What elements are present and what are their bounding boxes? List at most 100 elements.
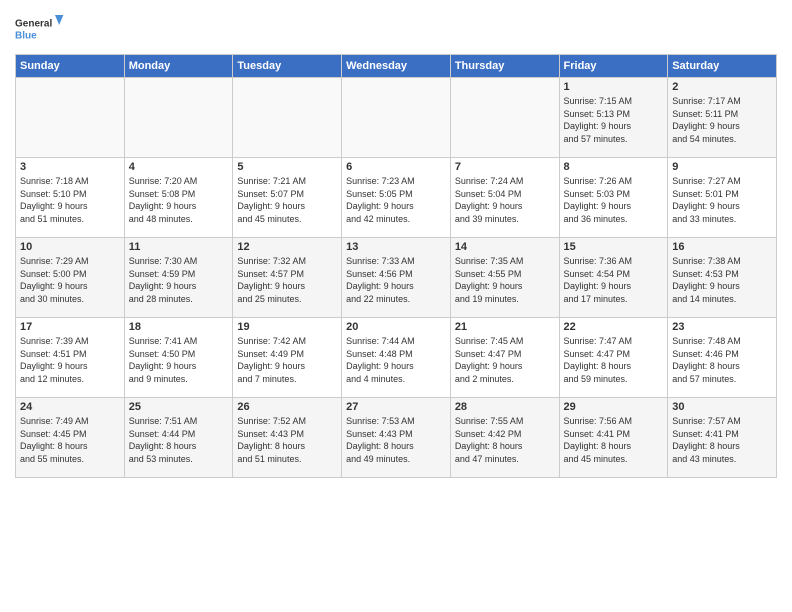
day-info: Sunrise: 7:45 AMSunset: 4:47 PMDaylight:… xyxy=(455,335,555,385)
day-info: Sunrise: 7:29 AMSunset: 5:00 PMDaylight:… xyxy=(20,255,120,305)
column-header-wednesday: Wednesday xyxy=(342,55,451,78)
day-info: Sunrise: 7:51 AMSunset: 4:44 PMDaylight:… xyxy=(129,415,229,465)
calendar-cell: 23 Sunrise: 7:48 AMSunset: 4:46 PMDayligh… xyxy=(668,318,777,398)
calendar-cell: 27 Sunrise: 7:53 AMSunset: 4:43 PMDayligh… xyxy=(342,398,451,478)
logo-svg: General Blue xyxy=(15,10,65,50)
calendar-cell: 5 Sunrise: 7:21 AMSunset: 5:07 PMDaylight… xyxy=(233,158,342,238)
calendar-cell: 11 Sunrise: 7:30 AMSunset: 4:59 PMDayligh… xyxy=(124,238,233,318)
calendar-header-row: SundayMondayTuesdayWednesdayThursdayFrid… xyxy=(16,55,777,78)
day-number: 10 xyxy=(20,241,120,253)
day-info: Sunrise: 7:44 AMSunset: 4:48 PMDaylight:… xyxy=(346,335,446,385)
calendar-cell: 28 Sunrise: 7:55 AMSunset: 4:42 PMDayligh… xyxy=(450,398,559,478)
day-number: 26 xyxy=(237,401,337,413)
calendar-cell: 15 Sunrise: 7:36 AMSunset: 4:54 PMDayligh… xyxy=(559,238,668,318)
day-number: 24 xyxy=(20,401,120,413)
day-info: Sunrise: 7:23 AMSunset: 5:05 PMDaylight:… xyxy=(346,175,446,225)
day-info: Sunrise: 7:56 AMSunset: 4:41 PMDaylight:… xyxy=(564,415,664,465)
day-info: Sunrise: 7:42 AMSunset: 4:49 PMDaylight:… xyxy=(237,335,337,385)
day-info: Sunrise: 7:38 AMSunset: 4:53 PMDaylight:… xyxy=(672,255,772,305)
day-number: 27 xyxy=(346,401,446,413)
day-number: 25 xyxy=(129,401,229,413)
day-number: 4 xyxy=(129,161,229,173)
column-header-friday: Friday xyxy=(559,55,668,78)
day-info: Sunrise: 7:35 AMSunset: 4:55 PMDaylight:… xyxy=(455,255,555,305)
day-info: Sunrise: 7:41 AMSunset: 4:50 PMDaylight:… xyxy=(129,335,229,385)
day-info: Sunrise: 7:39 AMSunset: 4:51 PMDaylight:… xyxy=(20,335,120,385)
day-info: Sunrise: 7:17 AMSunset: 5:11 PMDaylight:… xyxy=(672,95,772,145)
calendar-cell: 3Sunrise: 7:18 AMSunset: 5:10 PMDaylight… xyxy=(16,158,125,238)
day-number: 5 xyxy=(237,161,337,173)
day-number: 19 xyxy=(237,321,337,333)
day-info: Sunrise: 7:26 AMSunset: 5:03 PMDaylight:… xyxy=(564,175,664,225)
day-info: Sunrise: 7:53 AMSunset: 4:43 PMDaylight:… xyxy=(346,415,446,465)
week-row-1: 1Sunrise: 7:15 AMSunset: 5:13 PMDaylight… xyxy=(16,78,777,158)
day-info: Sunrise: 7:33 AMSunset: 4:56 PMDaylight:… xyxy=(346,255,446,305)
day-info: Sunrise: 7:18 AMSunset: 5:10 PMDaylight:… xyxy=(20,175,120,225)
day-number: 20 xyxy=(346,321,446,333)
column-header-saturday: Saturday xyxy=(668,55,777,78)
svg-text:Blue: Blue xyxy=(15,30,37,41)
calendar-cell: 26 Sunrise: 7:52 AMSunset: 4:43 PMDayligh… xyxy=(233,398,342,478)
calendar-cell xyxy=(124,78,233,158)
calendar-cell: 22 Sunrise: 7:47 AMSunset: 4:47 PMDayligh… xyxy=(559,318,668,398)
day-number: 1 xyxy=(564,81,664,93)
day-info: Sunrise: 7:21 AMSunset: 5:07 PMDaylight:… xyxy=(237,175,337,225)
day-info: Sunrise: 7:32 AMSunset: 4:57 PMDaylight:… xyxy=(237,255,337,305)
day-info: Sunrise: 7:30 AMSunset: 4:59 PMDaylight:… xyxy=(129,255,229,305)
calendar-cell: 29 Sunrise: 7:56 AMSunset: 4:41 PMDayligh… xyxy=(559,398,668,478)
day-info: Sunrise: 7:52 AMSunset: 4:43 PMDaylight:… xyxy=(237,415,337,465)
calendar-cell: 9 Sunrise: 7:27 AMSunset: 5:01 PMDaylight… xyxy=(668,158,777,238)
calendar-cell: 2Sunrise: 7:17 AMSunset: 5:11 PMDaylight… xyxy=(668,78,777,158)
calendar-cell: 21 Sunrise: 7:45 AMSunset: 4:47 PMDayligh… xyxy=(450,318,559,398)
day-number: 8 xyxy=(564,161,664,173)
calendar-cell: 7 Sunrise: 7:24 AMSunset: 5:04 PMDaylight… xyxy=(450,158,559,238)
day-number: 12 xyxy=(237,241,337,253)
page-container: General Blue SundayMondayTuesdayWednesda… xyxy=(0,0,792,483)
day-number: 30 xyxy=(672,401,772,413)
week-row-2: 3Sunrise: 7:18 AMSunset: 5:10 PMDaylight… xyxy=(16,158,777,238)
day-info: Sunrise: 7:24 AMSunset: 5:04 PMDaylight:… xyxy=(455,175,555,225)
day-number: 21 xyxy=(455,321,555,333)
calendar-cell: 8 Sunrise: 7:26 AMSunset: 5:03 PMDaylight… xyxy=(559,158,668,238)
day-info: Sunrise: 7:47 AMSunset: 4:47 PMDaylight:… xyxy=(564,335,664,385)
day-info: Sunrise: 7:27 AMSunset: 5:01 PMDaylight:… xyxy=(672,175,772,225)
day-number: 22 xyxy=(564,321,664,333)
calendar-cell: 13 Sunrise: 7:33 AMSunset: 4:56 PMDayligh… xyxy=(342,238,451,318)
day-number: 28 xyxy=(455,401,555,413)
day-number: 29 xyxy=(564,401,664,413)
day-info: Sunrise: 7:55 AMSunset: 4:42 PMDaylight:… xyxy=(455,415,555,465)
calendar-table: SundayMondayTuesdayWednesdayThursdayFrid… xyxy=(15,54,777,478)
day-info: Sunrise: 7:36 AMSunset: 4:54 PMDaylight:… xyxy=(564,255,664,305)
day-number: 6 xyxy=(346,161,446,173)
day-info: Sunrise: 7:20 AMSunset: 5:08 PMDaylight:… xyxy=(129,175,229,225)
day-number: 9 xyxy=(672,161,772,173)
calendar-cell: 14Sunrise: 7:35 AMSunset: 4:55 PMDayligh… xyxy=(450,238,559,318)
calendar-cell: 6 Sunrise: 7:23 AMSunset: 5:05 PMDaylight… xyxy=(342,158,451,238)
week-row-3: 10 Sunrise: 7:29 AMSunset: 5:00 PMDayligh… xyxy=(16,238,777,318)
column-header-thursday: Thursday xyxy=(450,55,559,78)
day-info: Sunrise: 7:57 AMSunset: 4:41 PMDaylight:… xyxy=(672,415,772,465)
calendar-cell: 19 Sunrise: 7:42 AMSunset: 4:49 PMDayligh… xyxy=(233,318,342,398)
day-number: 7 xyxy=(455,161,555,173)
calendar-cell: 12 Sunrise: 7:32 AMSunset: 4:57 PMDayligh… xyxy=(233,238,342,318)
day-number: 16 xyxy=(672,241,772,253)
calendar-cell: 4 Sunrise: 7:20 AMSunset: 5:08 PMDaylight… xyxy=(124,158,233,238)
day-info: Sunrise: 7:49 AMSunset: 4:45 PMDaylight:… xyxy=(20,415,120,465)
day-number: 15 xyxy=(564,241,664,253)
calendar-cell: 20 Sunrise: 7:44 AMSunset: 4:48 PMDayligh… xyxy=(342,318,451,398)
day-info: Sunrise: 7:48 AMSunset: 4:46 PMDaylight:… xyxy=(672,335,772,385)
calendar-cell: 10 Sunrise: 7:29 AMSunset: 5:00 PMDayligh… xyxy=(16,238,125,318)
week-row-4: 17 Sunrise: 7:39 AMSunset: 4:51 PMDayligh… xyxy=(16,318,777,398)
calendar-cell: 18Sunrise: 7:41 AMSunset: 4:50 PMDayligh… xyxy=(124,318,233,398)
day-number: 13 xyxy=(346,241,446,253)
logo: General Blue xyxy=(15,10,65,50)
day-number: 23 xyxy=(672,321,772,333)
column-header-monday: Monday xyxy=(124,55,233,78)
calendar-cell: 1Sunrise: 7:15 AMSunset: 5:13 PMDaylight… xyxy=(559,78,668,158)
day-number: 11 xyxy=(129,241,229,253)
calendar-cell xyxy=(16,78,125,158)
calendar-cell xyxy=(450,78,559,158)
day-number: 17 xyxy=(20,321,120,333)
calendar-cell: 16 Sunrise: 7:38 AMSunset: 4:53 PMDayligh… xyxy=(668,238,777,318)
calendar-cell: 24 Sunrise: 7:49 AMSunset: 4:45 PMDayligh… xyxy=(16,398,125,478)
